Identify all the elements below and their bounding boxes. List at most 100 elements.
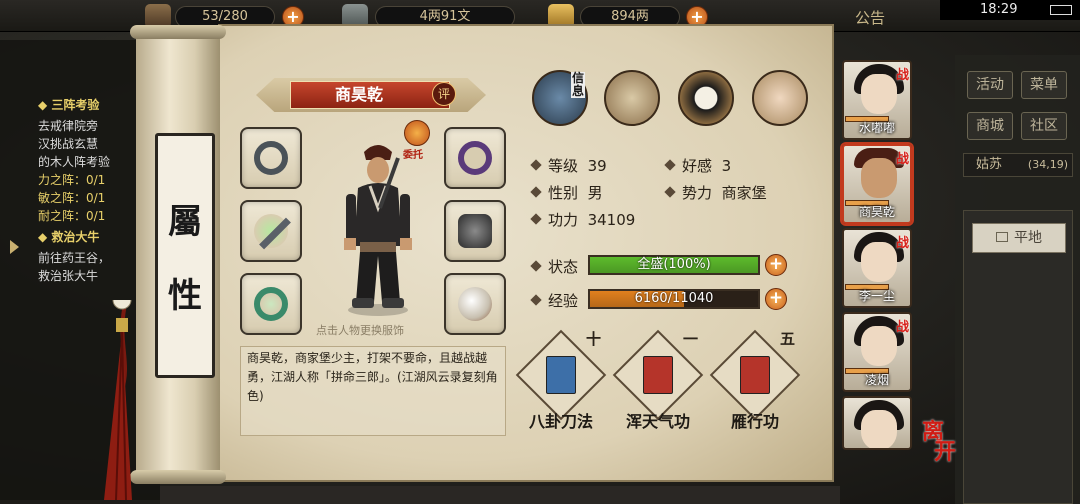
clock-time: 18:29 — [980, 2, 1018, 17]
scroll-rod-top — [130, 25, 226, 39]
equip-slot-armor[interactable] — [444, 200, 506, 262]
character-name: 商昊乾 — [334, 85, 383, 104]
portrait-face — [861, 74, 897, 114]
quest-line: 去戒律院旁 — [38, 119, 99, 133]
roster-card[interactable]: 战 水嘟嘟 — [842, 60, 912, 140]
quest-progress: 敏之阵：0/1 — [38, 191, 106, 205]
equip-slot-necklace[interactable] — [444, 273, 506, 335]
roster-card[interactable] — [842, 396, 912, 450]
stat-power: 功力 34109 — [530, 209, 636, 230]
game-screen: { "topbar": { "bag_label": "背包", "bag_co… — [0, 0, 1080, 504]
activity-button[interactable]: 活动 — [967, 71, 1013, 99]
diamond-icon — [530, 159, 542, 171]
leave-button[interactable]: 离 开 — [922, 421, 956, 463]
tag-char-1: 屬 — [168, 202, 202, 242]
status-bar: 全盛(100%) — [588, 255, 760, 275]
letter-icon[interactable] — [604, 70, 660, 126]
location-coords: (34,19) — [1027, 158, 1068, 171]
roster-name: 水嘟嘟 — [858, 121, 895, 135]
exp-bar-text: 6160/11040 — [634, 291, 714, 306]
power-label: 功力 — [548, 211, 579, 229]
armor-icon — [458, 214, 492, 248]
rate-badge[interactable]: 评 — [432, 82, 456, 106]
skill-level: 十 — [586, 330, 602, 348]
quest-title-1[interactable]: ◆ 三阵考验 — [38, 96, 99, 113]
location-name: 姑苏 — [976, 157, 1003, 172]
portrait-face — [861, 242, 897, 282]
portrait-face — [861, 326, 897, 366]
status-bar-text: 全盛(100%) — [637, 257, 711, 272]
community-button[interactable]: 社区 — [1021, 112, 1067, 140]
skill-book-icon — [740, 356, 770, 394]
info-label: 信息 — [571, 71, 585, 98]
quest-title-2-text: 救治大牛 — [51, 230, 100, 244]
menu-button[interactable]: 菜单 — [1021, 71, 1067, 99]
equip-slot-belt[interactable] — [444, 127, 506, 189]
battle-mark: 战 — [895, 68, 909, 83]
yin-yang-icon[interactable] — [678, 70, 734, 126]
portrait-face — [861, 158, 897, 198]
skill-name: 雁行功 — [730, 412, 779, 431]
copper-value: 4两91文 — [419, 9, 471, 24]
roster-card[interactable]: 战 李一尘 — [842, 228, 912, 308]
gender-label: 性别 — [548, 184, 579, 202]
party-roster: 战 水嘟嘟 战 商昊乾 战 李一尘 战 凌烟 — [836, 58, 916, 450]
location-display: 姑苏 (34,19) — [963, 153, 1073, 177]
terrain-item[interactable]: 平地 — [972, 223, 1066, 253]
roster-name: 商昊乾 — [858, 205, 895, 219]
diamond-icon — [530, 260, 542, 272]
faction-value: 商家堡 — [721, 184, 767, 202]
favor-value: 3 — [721, 157, 732, 175]
description-text: 商昊乾，商家堡少主，打架不要命，且越战越勇，江湖人称「拼命三郎」。(江湖风云录复… — [247, 351, 498, 403]
portrait-face — [861, 410, 897, 448]
equip-slot-ring[interactable] — [240, 273, 302, 335]
quest-line: 的木人阵考验 — [38, 155, 111, 169]
equip-slot-weapon[interactable] — [240, 200, 302, 262]
diamond-icon — [530, 294, 542, 306]
scroll-rod-bottom — [130, 470, 226, 484]
figure-pose-icon[interactable] — [752, 70, 808, 126]
roster-card-selected[interactable]: 战 商昊乾 — [842, 144, 912, 224]
status-label: 状态 — [548, 258, 579, 276]
shop-button[interactable]: 商城 — [967, 112, 1013, 140]
skill-name: 浑天气功 — [625, 412, 690, 431]
quest-line: 救治张大牛 — [38, 269, 99, 283]
quest-title-2[interactable]: ◆ 救治大牛 — [38, 228, 99, 245]
exp-label: 经验 — [548, 292, 579, 310]
skill-book-icon — [643, 356, 673, 394]
status-plus-button[interactable]: + — [765, 254, 787, 276]
ring-icon — [254, 287, 288, 321]
right-menu-panel: 活动 菜单 商城 社区 姑苏 (34,19) 平地 — [955, 55, 1080, 504]
quest-progress: 力之阵：0/1 — [38, 173, 106, 187]
quest-title-1-text: 三阵考验 — [51, 98, 100, 112]
quest-progress: 耐之阵：0/1 — [38, 209, 106, 223]
battery-icon — [1050, 5, 1072, 15]
quest-line: 汉挑战玄慧 — [38, 137, 99, 151]
skill-level: 一 — [683, 330, 699, 348]
character-portrait[interactable] — [340, 138, 416, 318]
pearl-necklace-icon — [458, 287, 492, 321]
favor-label: 好感 — [682, 157, 713, 175]
scroll-tassel-icon — [104, 300, 132, 500]
notice-button[interactable]: 公告 — [855, 7, 885, 28]
attribute-tab-tag[interactable]: 屬 性 — [155, 133, 215, 378]
stat-favor: 好感 3 — [664, 155, 732, 176]
equip-slot-bracer[interactable] — [240, 127, 302, 189]
diamond-icon — [664, 159, 676, 171]
battle-mark: 战 — [895, 152, 909, 167]
exp-plus-button[interactable]: + — [765, 288, 787, 310]
quest-collapse-arrow-icon[interactable] — [10, 240, 19, 254]
level-value: 39 — [587, 157, 607, 175]
belt-icon — [458, 141, 492, 175]
level-label: 等级 — [548, 157, 579, 175]
map-list: 平地 — [963, 210, 1073, 504]
quest-line: 前往药王谷， — [38, 251, 111, 265]
diamond-icon — [530, 213, 542, 225]
roster-card[interactable]: 战 凌烟 — [842, 312, 912, 392]
bracer-icon — [254, 141, 288, 175]
power-value: 34109 — [587, 211, 636, 229]
system-status-bar: 18:29 — [940, 0, 1080, 20]
outfit-hint: 点击人物更换服饰 — [316, 324, 404, 337]
stat-faction: 势力 商家堡 — [664, 182, 767, 203]
skill-book-icon — [546, 356, 576, 394]
